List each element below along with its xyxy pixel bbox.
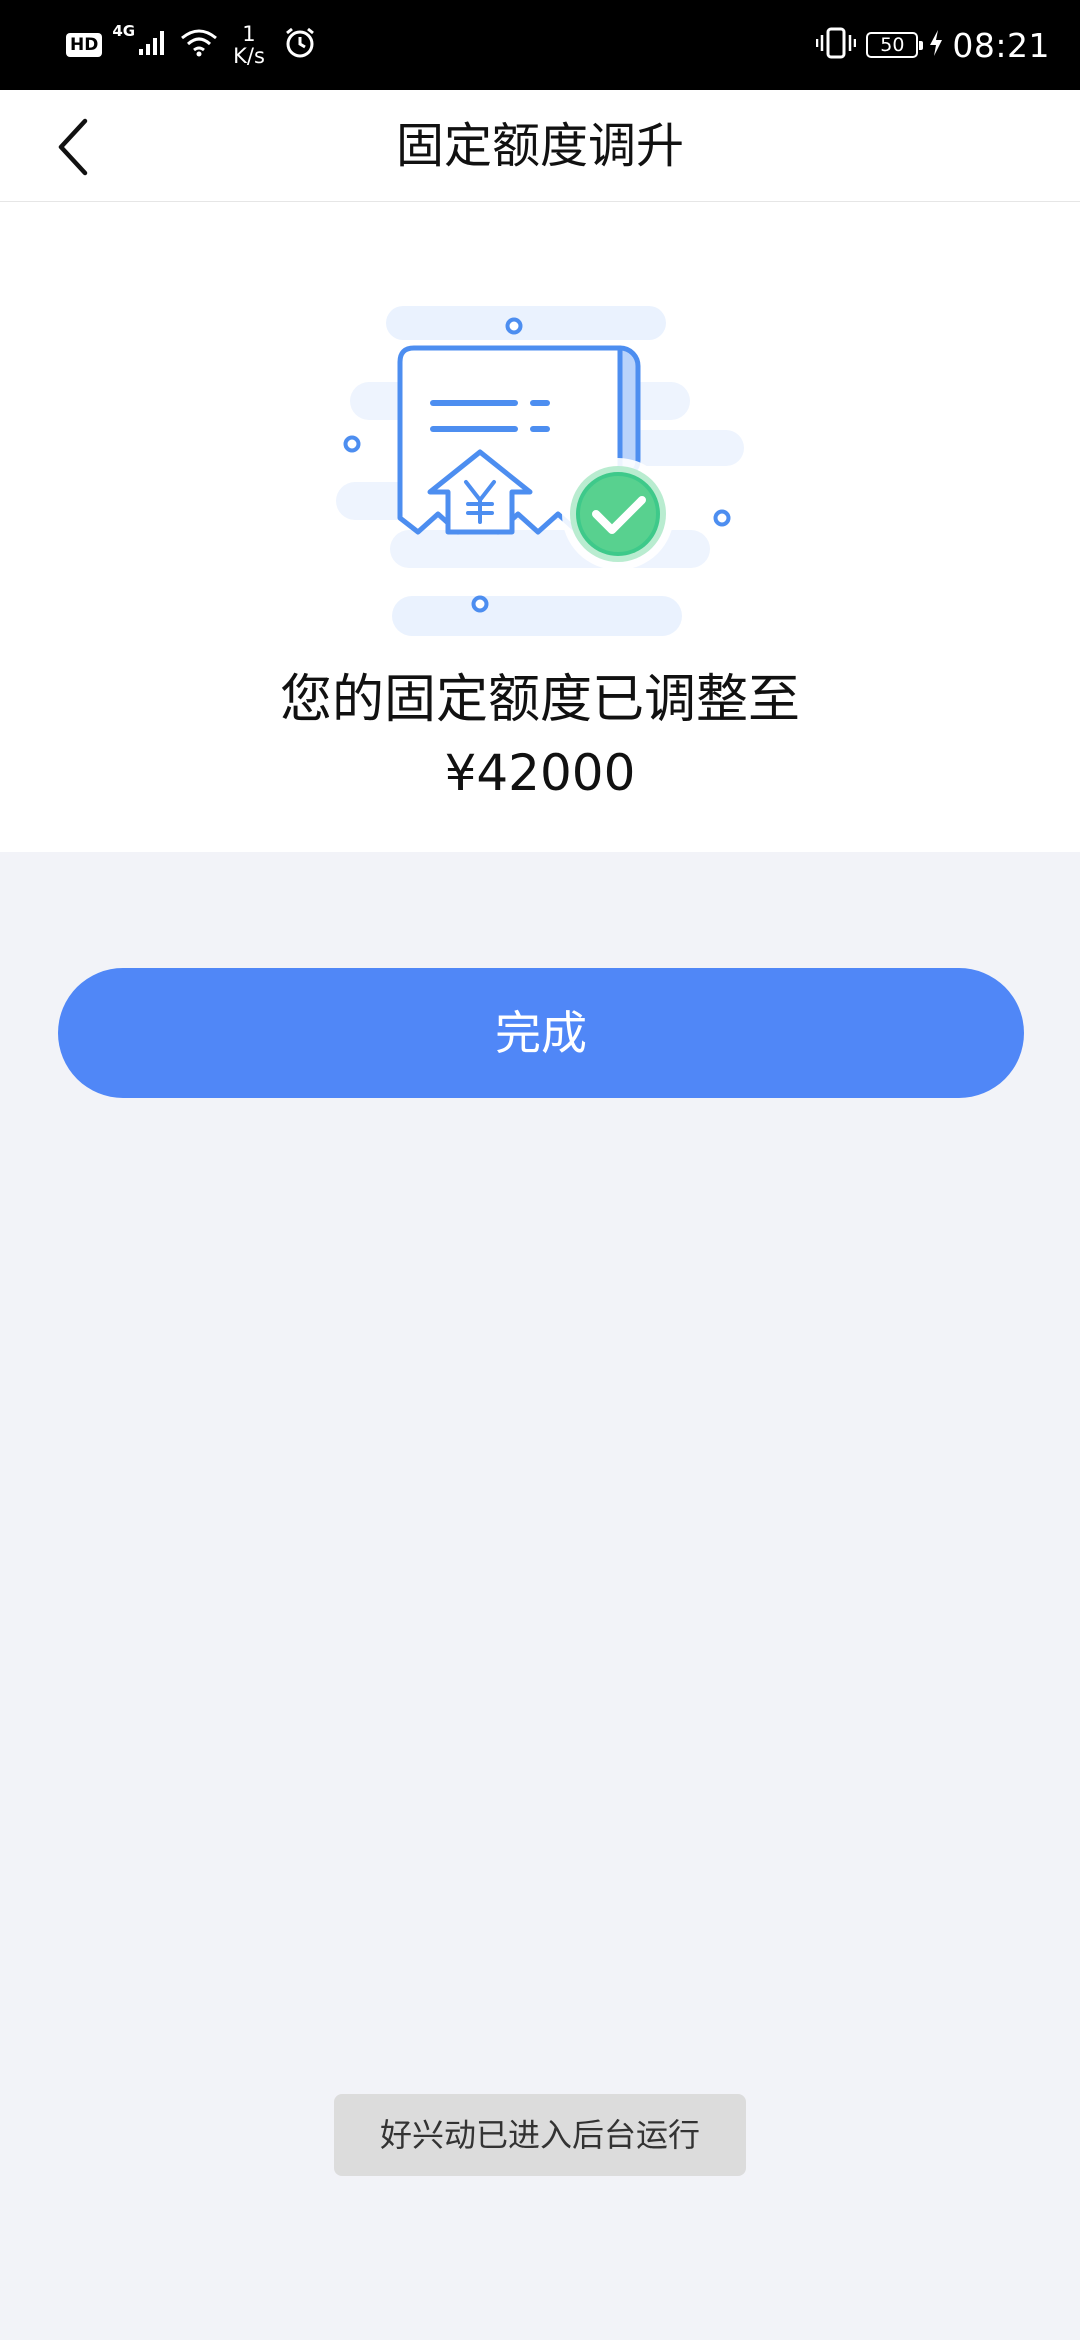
done-button[interactable]: 完成 xyxy=(58,968,1024,1098)
receipt-success-illustration xyxy=(330,300,750,650)
network-speed: 1 K/s xyxy=(233,23,265,67)
status-left: HD 4G 1 K/s xyxy=(66,14,317,76)
speed-unit: K/s xyxy=(233,44,265,68)
wifi-icon xyxy=(179,28,219,62)
network-type: 4G xyxy=(112,22,136,40)
speed-value: 1 xyxy=(242,22,256,46)
page-title: 固定额度调升 xyxy=(395,118,684,174)
clock: 08:21 xyxy=(952,25,1050,65)
battery-icon: 50 xyxy=(866,32,924,58)
charging-icon xyxy=(928,29,944,61)
result-amount: ¥42000 xyxy=(444,744,636,802)
nav-bar: 固定额度调升 xyxy=(0,90,1080,202)
back-button[interactable] xyxy=(38,112,108,182)
vibrate-icon xyxy=(816,26,857,64)
signal-icon xyxy=(137,29,169,61)
alarm-icon xyxy=(283,26,317,64)
hd-badge: HD xyxy=(66,33,103,57)
status-bar: HD 4G 1 K/s 50 08:21 xyxy=(0,0,1080,90)
result-message: 您的固定额度已调整至 xyxy=(279,670,800,730)
result-card: 您的固定额度已调整至 ¥42000 xyxy=(0,202,1080,852)
back-arrow-icon xyxy=(58,118,88,176)
toast-message: 好兴动已进入后台运行 xyxy=(334,2094,746,2176)
status-right: 50 08:21 xyxy=(816,14,1050,76)
